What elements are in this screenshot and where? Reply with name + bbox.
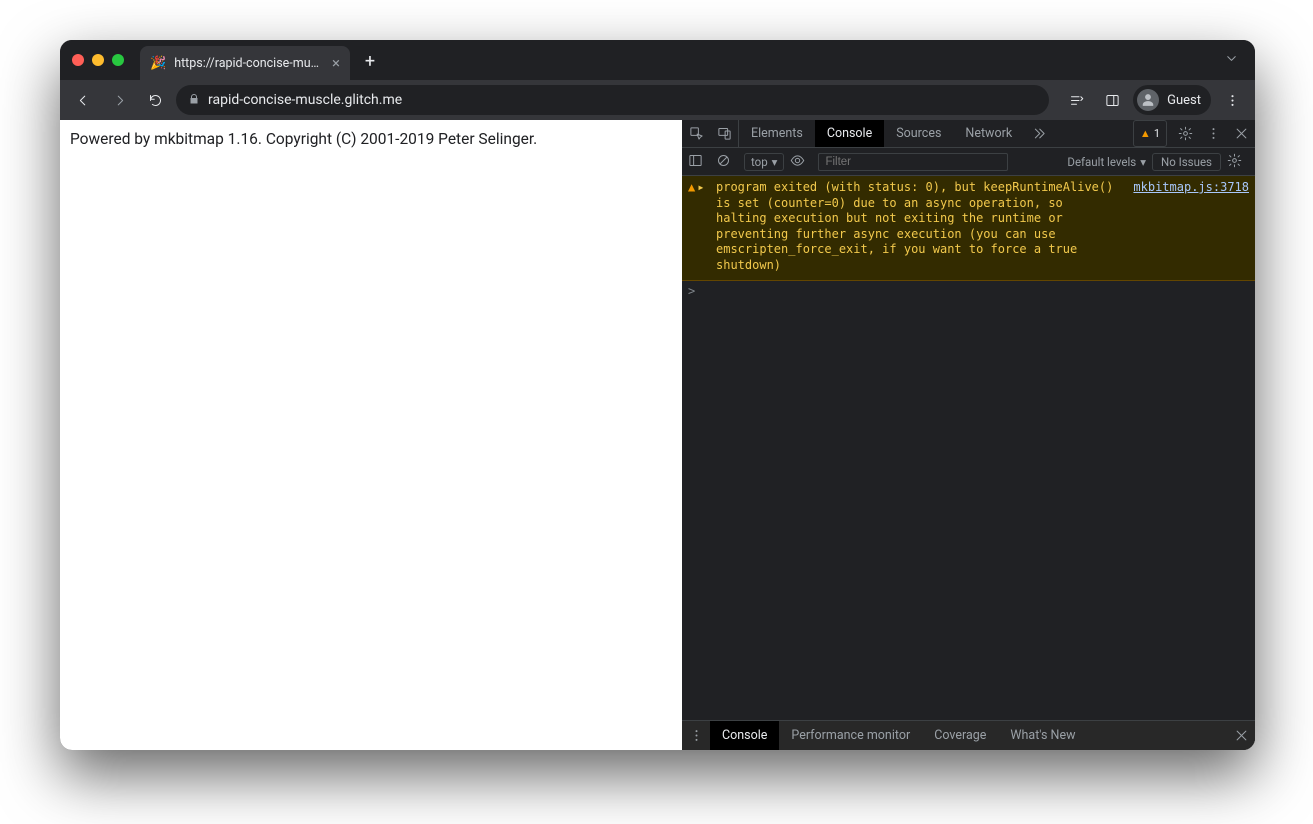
live-expression-button[interactable] [790,153,812,171]
toolbar-right: Guest [1061,85,1247,115]
console-filter [818,153,1061,171]
drawer-tab-performance-monitor[interactable]: Performance monitor [779,721,922,750]
drawer-tab-coverage[interactable]: Coverage [922,721,998,750]
chevron-down-icon: ▾ [772,155,778,169]
console-prompt[interactable]: > [682,281,1255,301]
warnings-count: 1 [1154,127,1160,140]
tab-sources[interactable]: Sources [884,120,953,147]
avatar-icon [1137,89,1159,111]
console-output[interactable]: ▲ ▸ program exited (with status: 0), but… [682,176,1255,720]
content-area: Powered by mkbitmap 1.16. Copyright (C) … [60,120,1255,750]
browser-window: 🎉 https://rapid-concise-muscle.g × + rap… [60,40,1255,750]
tab-console[interactable]: Console [815,120,884,147]
console-sidebar-toggle[interactable] [688,153,710,171]
more-tabs-button[interactable] [1024,120,1052,147]
tab-favicon: 🎉 [150,56,166,71]
lock-icon [188,93,200,108]
url-text: rapid-concise-muscle.glitch.me [208,92,402,108]
execution-context-selector[interactable]: top ▾ [744,153,784,171]
device-toolbar-icon[interactable] [710,120,738,147]
warning-source-link[interactable]: mkbitmap.js:3718 [1133,180,1249,274]
address-bar[interactable]: rapid-concise-muscle.glitch.me [176,85,1049,115]
drawer-tab-console[interactable]: Console [710,721,779,750]
console-settings-icon[interactable] [1227,153,1249,171]
profile-label: Guest [1167,93,1201,108]
maximize-window-button[interactable] [112,54,124,66]
clear-console-button[interactable] [716,153,738,171]
page-text: Powered by mkbitmap 1.16. Copyright (C) … [70,130,672,148]
devtools-drawer: Console Performance monitor Coverage Wha… [682,720,1255,750]
overflow-menu-button[interactable] [1217,85,1247,115]
devtools-settings-icon[interactable] [1171,120,1199,147]
devtools-panel: Elements Console Sources Network ▲ 1 [682,120,1255,750]
warning-icon: ▲ [688,180,695,274]
context-label: top [751,155,768,169]
browser-tab[interactable]: 🎉 https://rapid-concise-muscle.g × [140,46,350,80]
drawer-menu-icon[interactable] [682,721,710,750]
log-levels-selector[interactable]: Default levels ▾ [1067,155,1146,169]
issues-button[interactable]: No Issues [1152,153,1221,171]
chevron-down-icon: ▾ [1140,155,1146,169]
window-controls [72,54,124,66]
tab-strip: 🎉 https://rapid-concise-muscle.g × + [60,40,1255,80]
new-tab-button[interactable]: + [356,47,384,75]
console-warning-row[interactable]: ▲ ▸ program exited (with status: 0), but… [682,176,1255,281]
reload-button[interactable] [140,85,170,115]
tab-overflow-button[interactable] [1224,51,1239,70]
close-tab-button[interactable]: × [332,54,340,72]
forward-button[interactable] [104,85,134,115]
devtools-tabbar: Elements Console Sources Network ▲ 1 [682,120,1255,148]
tab-network[interactable]: Network [953,120,1024,147]
back-button[interactable] [68,85,98,115]
levels-label: Default levels [1067,155,1136,169]
minimize-window-button[interactable] [92,54,104,66]
side-panel-icon[interactable] [1097,85,1127,115]
expand-icon[interactable]: ▸ [697,180,704,274]
close-window-button[interactable] [72,54,84,66]
console-filter-input[interactable] [818,153,1008,171]
warnings-badge[interactable]: ▲ 1 [1133,120,1167,147]
profile-button[interactable]: Guest [1133,85,1211,115]
browser-toolbar: rapid-concise-muscle.glitch.me Guest [60,80,1255,120]
inspect-element-icon[interactable] [682,120,710,147]
warning-message: program exited (with status: 0), but kee… [716,180,1119,274]
tab-elements[interactable]: Elements [739,120,815,147]
media-control-icon[interactable] [1061,85,1091,115]
devtools-close-button[interactable] [1227,120,1255,147]
warning-icon: ▲ [1140,127,1151,140]
console-toolbar: top ▾ Default levels ▾ No Issues [682,148,1255,176]
drawer-close-button[interactable] [1227,721,1255,750]
page-body: Powered by mkbitmap 1.16. Copyright (C) … [60,120,682,750]
drawer-tab-whats-new[interactable]: What's New [998,721,1087,750]
devtools-menu-icon[interactable] [1199,120,1227,147]
tab-title: https://rapid-concise-muscle.g [174,56,324,71]
prompt-caret: > [688,284,695,298]
